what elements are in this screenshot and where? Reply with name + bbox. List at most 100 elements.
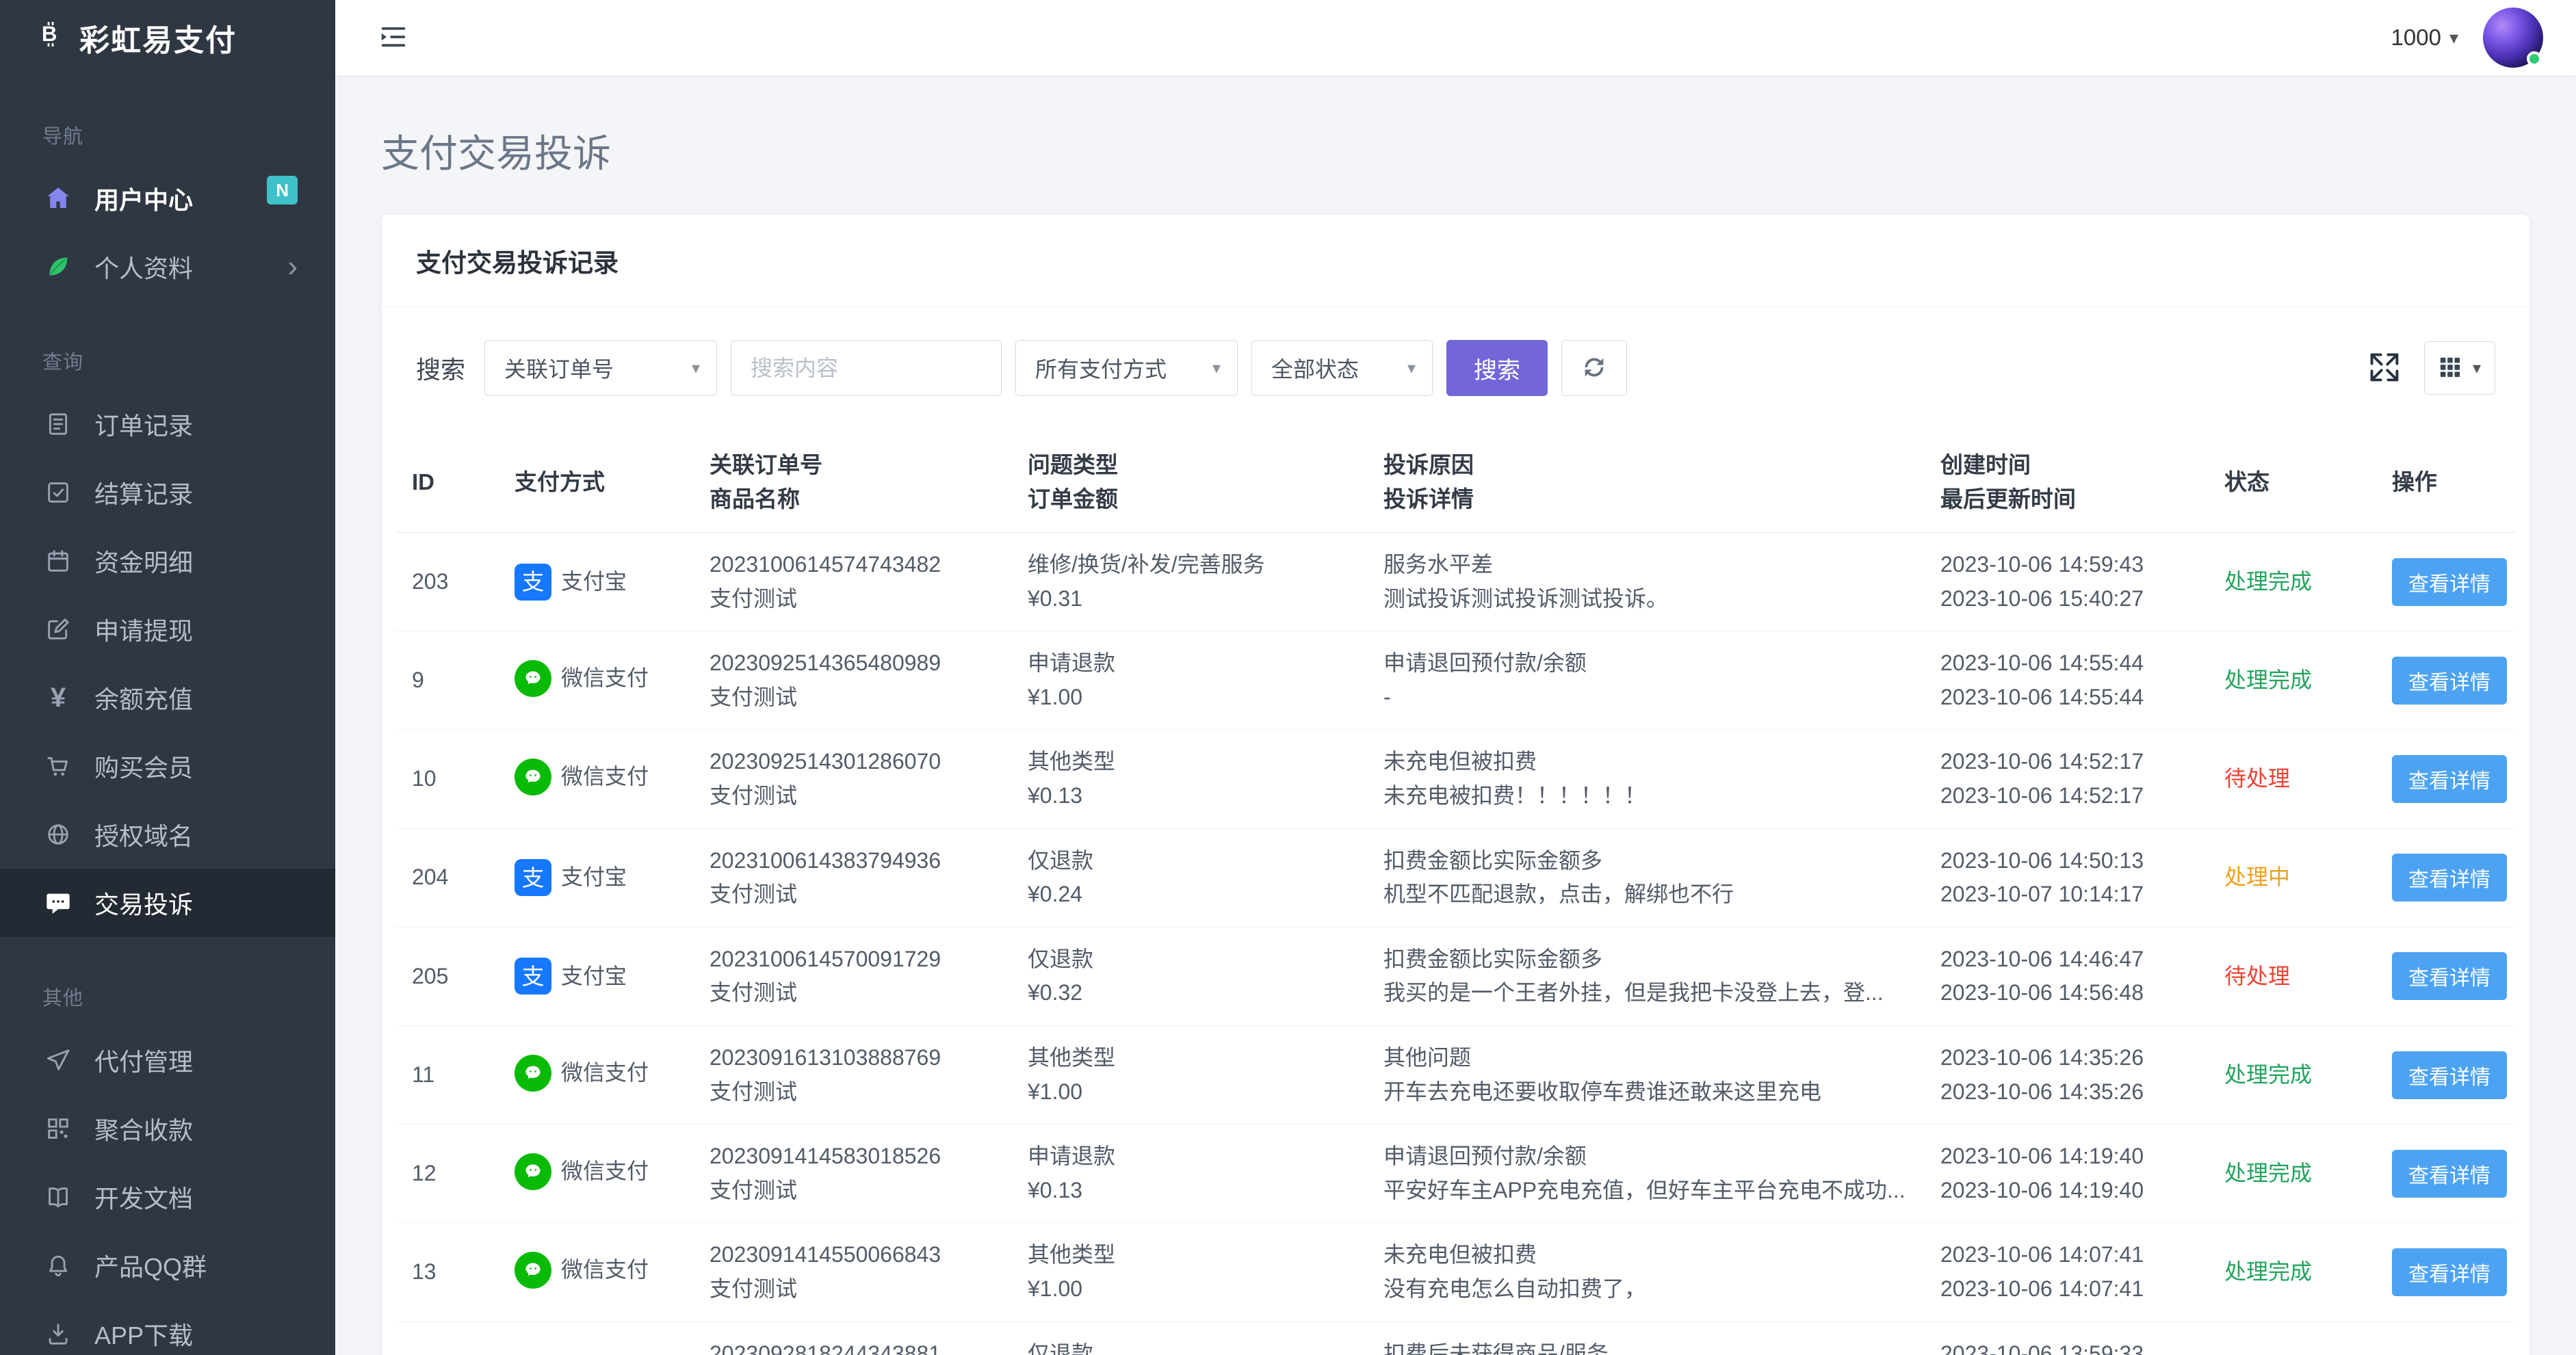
sidebar-item-withdraw[interactable]: 申请提现: [0, 595, 335, 663]
caret-down-icon: ▾: [2473, 358, 2481, 378]
sidebar-item-orders[interactable]: 订单记录: [0, 390, 335, 458]
cell-id: 13: [395, 1223, 498, 1321]
book-icon: [42, 1183, 74, 1211]
sidebar: B 彩虹易支付 导航用户中心N个人资料›查询订单记录结算记录资金明细申请提现¥余…: [0, 0, 335, 1355]
sidebar-item-payout[interactable]: 代付管理: [0, 1026, 335, 1094]
cell-issue: 其他类型¥1.00: [1011, 1223, 1367, 1321]
user-avatar[interactable]: [2483, 8, 2543, 68]
app-root: B 彩虹易支付 导航用户中心N个人资料›查询订单记录结算记录资金明细申请提现¥余…: [0, 0, 2576, 1355]
cell-reason: 未充电但被扣费没有充电怎么自动扣费了，: [1367, 1223, 1924, 1321]
recharge-icon: ¥: [42, 684, 74, 711]
cell-pay: [498, 1321, 693, 1355]
topbar: 1000 ▾: [335, 0, 2576, 75]
cell-id: 205: [395, 927, 498, 1025]
view-detail-button[interactable]: 查看详情: [2392, 1248, 2507, 1296]
sidebar-item-label: 购买会员: [94, 748, 193, 784]
brand-title: 彩虹易支付: [79, 16, 237, 60]
sidebar-item-funds[interactable]: 资金明细: [0, 527, 335, 595]
sidebar-item-complaints[interactable]: 交易投诉: [0, 869, 335, 937]
cell-issue: 仅退款: [1011, 1321, 1367, 1355]
view-detail-button[interactable]: 查看详情: [2392, 558, 2507, 606]
sidebar-item-label: 余额充值: [94, 680, 193, 715]
leaf-icon: [42, 253, 74, 280]
status-text: 处理完成: [2224, 1062, 2312, 1087]
send-icon: [42, 1047, 74, 1074]
status-select-value: 全部状态: [1271, 352, 1359, 384]
cell-action: 查看详情: [2376, 631, 2516, 730]
sidebar-item-user-center[interactable]: 用户中心N: [0, 164, 335, 233]
cell-id: 9: [395, 631, 498, 730]
cell-time: 2023-10-06 14:46:472023-10-06 14:56:48: [1924, 927, 2208, 1025]
sidebar-item-vip[interactable]: 购买会员: [0, 732, 335, 800]
sidebar-item-label: 结算记录: [94, 475, 193, 510]
cell-pay: 支支付宝: [498, 927, 693, 1025]
columns-toggle-button[interactable]: ▾: [2424, 341, 2495, 395]
view-detail-button[interactable]: 查看详情: [2392, 1150, 2507, 1198]
cell-id: 10: [395, 730, 498, 828]
cell-order: 2023100614570091729支付测试: [693, 927, 1011, 1025]
search-input[interactable]: [731, 340, 1002, 396]
sidebar-item-label: 代付管理: [94, 1042, 193, 1078]
sidebar-item-docs[interactable]: 开发文档: [0, 1163, 335, 1231]
sidebar-item-domains[interactable]: 授权域名: [0, 800, 335, 869]
sidebar-item-qq-group[interactable]: 产品QQ群: [0, 1231, 335, 1300]
sidebar-item-label: 交易投诉: [94, 885, 193, 921]
table-row: 10微信支付2023092514301286070支付测试其他类型¥0.13未充…: [395, 730, 2516, 828]
column-header: 创建时间最后更新时间: [1924, 432, 2208, 533]
balance-value: 1000: [2391, 25, 2441, 51]
cell-action: 查看详情: [2376, 1223, 2516, 1321]
settle-icon: [42, 479, 74, 506]
pay-method-select-value: 所有支付方式: [1035, 352, 1167, 384]
comment-icon: [42, 889, 74, 917]
cell-time: 2023-10-06 13:59:33: [1924, 1321, 2208, 1355]
balance-dropdown[interactable]: 1000 ▾: [2391, 25, 2458, 51]
fullscreen-button[interactable]: [2367, 350, 2402, 387]
view-detail-button[interactable]: 查看详情: [2392, 657, 2507, 705]
status-text: 处理完成: [2224, 1161, 2312, 1185]
brand[interactable]: B 彩虹易支付: [0, 0, 335, 75]
page-title: 支付交易投诉: [335, 75, 2576, 214]
cell-pay: 微信支付: [498, 1124, 693, 1223]
table-row: 12微信支付2023091414583018526支付测试申请退款¥0.13申请…: [395, 1124, 2516, 1223]
column-header: ID: [395, 432, 498, 533]
caret-down-icon: ▾: [1212, 358, 1221, 378]
cell-id: 204: [395, 828, 498, 927]
view-detail-button[interactable]: 查看详情: [2392, 755, 2507, 803]
chevron-right-icon: ›: [287, 252, 298, 282]
cell-reason: 申请退回预付款/余额平安好车主APP充电充值，但好车主平台充电不成功...: [1367, 1124, 1924, 1223]
sidebar-item-app-download[interactable]: APP下载: [0, 1300, 335, 1355]
cell-order: 2023100614574743482支付测试: [693, 533, 1011, 631]
cell-issue: 维修/换货/补发/完善服务¥0.31: [1011, 533, 1367, 631]
table-row: 13微信支付2023091414550066843支付测试其他类型¥1.00未充…: [395, 1223, 2516, 1321]
view-detail-button[interactable]: 查看详情: [2392, 1051, 2507, 1099]
search-button[interactable]: 搜索: [1446, 340, 1548, 396]
sidebar-item-profile[interactable]: 个人资料›: [0, 233, 335, 301]
cell-issue: 申请退款¥0.13: [1011, 1124, 1367, 1223]
sidebar-item-settlements[interactable]: 结算记录: [0, 458, 335, 527]
view-detail-button[interactable]: 查看详情: [2392, 854, 2507, 902]
cell-id: [395, 1321, 498, 1355]
wechat-icon: [515, 660, 551, 697]
grid-icon: [2438, 356, 2462, 381]
pay-method-select[interactable]: 所有支付方式 ▾: [1015, 340, 1238, 396]
sidebar-item-recharge[interactable]: ¥ 余额充值: [0, 663, 335, 732]
fullscreen-icon: [2367, 350, 2402, 387]
sidebar-toggle-button[interactable]: [378, 21, 409, 55]
status-select[interactable]: 全部状态 ▾: [1251, 340, 1433, 396]
cell-action: 查看详情: [2376, 730, 2516, 828]
order-field-select[interactable]: 关联订单号 ▾: [484, 340, 717, 396]
search-toolbar: 搜索 关联订单号 ▾ 所有支付方式 ▾ 全部状态 ▾ 搜索: [382, 307, 2529, 396]
online-status-dot: [2527, 51, 2542, 66]
table-body: 203支支付宝2023100614574743482支付测试维修/换货/补发/完…: [395, 533, 2516, 1355]
cell-pay: 微信支付: [498, 1223, 693, 1321]
sidebar-item-aggregate[interactable]: 聚合收款: [0, 1094, 335, 1163]
cell-order: 2023100614383794936支付测试: [693, 828, 1011, 927]
caret-down-icon: ▾: [692, 358, 700, 378]
view-detail-button[interactable]: 查看详情: [2392, 952, 2507, 1000]
refresh-button[interactable]: [1561, 340, 1627, 396]
cell-order: 2023092818244343881: [693, 1321, 1011, 1355]
topbar-right: 1000 ▾: [2391, 8, 2543, 68]
status-text: 处理完成: [2224, 569, 2312, 594]
wechat-icon: [515, 1252, 551, 1289]
home-icon: [42, 184, 74, 213]
